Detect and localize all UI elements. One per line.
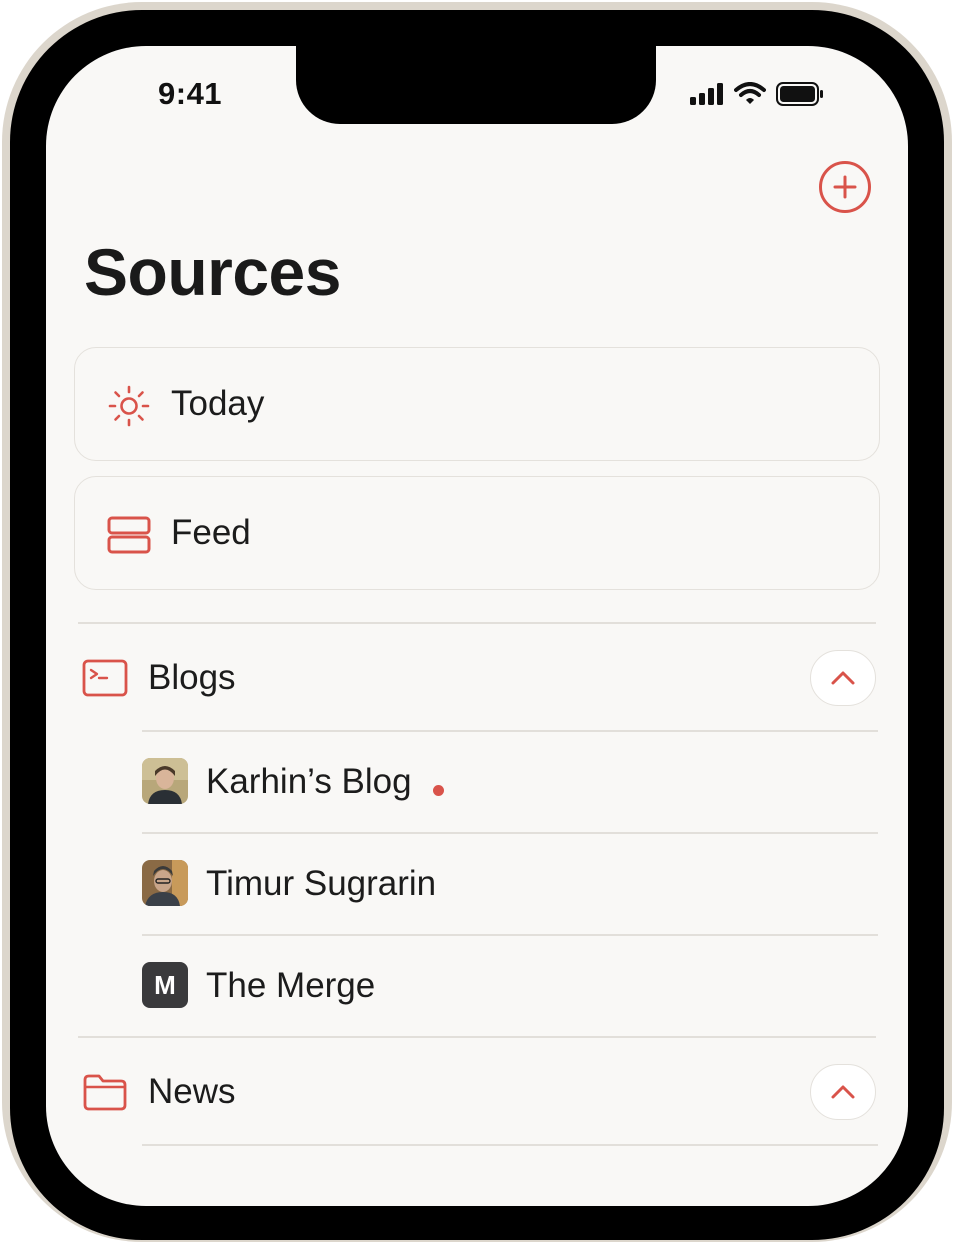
status-time: 9:41	[158, 76, 223, 111]
feed-shortcut[interactable]: Feed	[74, 476, 880, 590]
collapse-button[interactable]	[810, 1064, 876, 1120]
folder-icon	[82, 1069, 128, 1115]
sun-icon	[107, 384, 151, 428]
chevron-up-icon	[831, 671, 855, 685]
row-divider	[142, 832, 878, 834]
feed-item[interactable]: Timur Sugrarin	[142, 854, 878, 914]
collapse-button[interactable]	[810, 650, 876, 706]
row-divider	[142, 730, 878, 732]
avatar	[142, 758, 188, 804]
feed-item-label: Karhin’s Blog	[206, 762, 412, 801]
feed-item[interactable]: Karhin’s Blog	[142, 752, 878, 812]
group-blogs[interactable]: Blogs	[82, 650, 876, 706]
avatar	[142, 860, 188, 906]
terminal-window-icon	[82, 655, 128, 701]
notch	[296, 46, 656, 124]
status-icons	[690, 80, 824, 108]
today-label: Today	[171, 384, 265, 423]
wifi-icon	[734, 82, 766, 104]
feed-label: Feed	[171, 513, 251, 552]
feed-item-label: Timur Sugrarin	[206, 864, 437, 903]
add-source-button[interactable]	[819, 161, 871, 213]
feed-item-label: The Merge	[206, 966, 376, 1005]
cellular-signal-icon	[690, 83, 723, 105]
letter-avatar: M	[142, 962, 188, 1008]
feed-item[interactable]: M The Merge	[142, 956, 878, 1016]
section-divider	[78, 622, 876, 624]
plus-circle-icon	[833, 175, 857, 199]
row-divider	[142, 1144, 878, 1146]
group-label: News	[148, 1072, 236, 1111]
today-shortcut[interactable]: Today	[74, 347, 880, 461]
group-news[interactable]: News	[82, 1064, 876, 1120]
section-divider	[78, 1036, 876, 1038]
unread-indicator	[433, 785, 444, 796]
app-screen: 9:41 Sources Today Feed Blogs Karhin’s B…	[46, 46, 908, 1206]
row-divider	[142, 934, 878, 936]
battery-icon	[776, 82, 823, 106]
rows-icon	[107, 513, 151, 557]
group-label: Blogs	[148, 658, 236, 697]
page-title: Sources	[84, 235, 341, 309]
chevron-up-icon	[831, 1085, 855, 1099]
